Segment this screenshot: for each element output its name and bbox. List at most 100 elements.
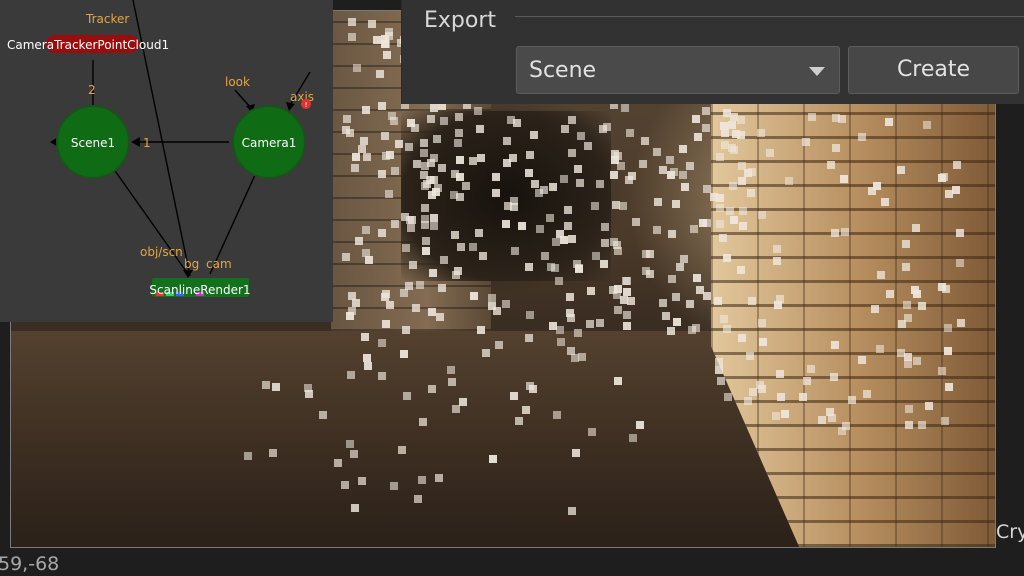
point-cloud-point	[373, 36, 381, 44]
point-cloud-point	[808, 113, 816, 121]
point-cloud-point	[564, 222, 572, 230]
point-cloud-point	[547, 263, 555, 271]
point-cloud-point	[703, 292, 711, 300]
point-cloud-point	[601, 223, 609, 231]
point-cloud-point	[421, 204, 429, 212]
point-cloud-point	[402, 244, 410, 252]
point-cloud-point	[666, 156, 674, 164]
point-cloud-point	[477, 326, 485, 334]
point-cloud-point	[525, 263, 533, 271]
point-cloud-point	[831, 229, 839, 237]
point-cloud-point	[474, 107, 482, 115]
pin-label-obj-scn: obj/scn	[140, 245, 183, 259]
point-cloud-point	[610, 171, 618, 179]
point-cloud-point	[378, 170, 386, 178]
point-cloud-point	[897, 166, 905, 174]
point-cloud-point	[405, 282, 413, 290]
point-cloud-point	[407, 119, 415, 127]
point-cloud-point	[897, 349, 905, 357]
right-edge-text: Cry	[996, 521, 1024, 543]
point-cloud-point	[419, 418, 427, 426]
point-cloud-point	[587, 287, 595, 295]
point-cloud-point	[830, 373, 838, 381]
point-cloud-point	[945, 383, 953, 391]
point-cloud-point	[574, 165, 582, 173]
node-graph[interactable]: CameraTrackerPointCloud1 Tracker Scene1 …	[0, 0, 333, 322]
point-cloud-point	[363, 153, 371, 161]
point-cloud-point	[363, 354, 371, 362]
point-cloud-point	[596, 319, 604, 327]
point-cloud-point	[566, 309, 574, 317]
point-cloud-point	[530, 131, 538, 139]
point-cloud-point	[886, 290, 894, 298]
point-cloud-point	[382, 152, 390, 160]
point-cloud-point	[418, 476, 426, 484]
point-cloud-point	[381, 293, 389, 301]
point-cloud-point	[623, 322, 631, 330]
point-cloud-point	[953, 161, 961, 169]
point-cloud-point	[628, 172, 636, 180]
point-cloud-point	[452, 405, 460, 413]
point-cloud-point	[572, 449, 580, 457]
point-cloud-point	[378, 229, 386, 237]
point-cloud-point	[348, 33, 356, 41]
point-cloud-point	[546, 214, 554, 222]
point-cloud-point	[412, 304, 420, 312]
point-cloud-point	[381, 132, 389, 140]
point-cloud-point	[422, 237, 430, 245]
point-cloud-point	[440, 117, 448, 125]
point-cloud-point	[553, 411, 561, 419]
point-cloud-point	[918, 421, 926, 429]
point-cloud-point	[688, 326, 696, 334]
point-cloud-point	[462, 182, 470, 190]
point-cloud-point	[623, 288, 631, 296]
point-cloud-point	[414, 495, 422, 503]
point-cloud-point	[365, 256, 373, 264]
point-cloud-point	[601, 239, 609, 247]
point-cloud-point	[515, 417, 523, 425]
point-cloud-point	[747, 189, 755, 197]
point-cloud-point	[351, 504, 359, 512]
point-cloud-point	[668, 275, 676, 283]
point-cloud-point	[632, 218, 640, 226]
export-type-dropdown[interactable]: Scene	[516, 46, 840, 94]
point-cloud-point	[495, 341, 503, 349]
create-button[interactable]: Create	[848, 46, 1019, 94]
point-cloud-point	[385, 190, 393, 198]
point-cloud-point	[503, 159, 511, 167]
point-cloud-point	[556, 326, 564, 334]
point-cloud-point	[576, 179, 584, 187]
point-cloud-point	[488, 294, 496, 302]
point-cloud-point	[613, 291, 621, 299]
point-cloud-point	[668, 230, 676, 238]
point-cloud-point	[672, 293, 680, 301]
point-cloud-point	[781, 410, 789, 418]
point-cloud-point	[641, 137, 649, 145]
point-cloud-point	[429, 269, 437, 277]
point-cloud-point	[362, 226, 370, 234]
point-cloud-point	[454, 267, 462, 275]
point-cloud-point	[873, 182, 881, 190]
point-cloud-point	[358, 477, 366, 485]
point-cloud-point	[269, 449, 277, 457]
point-cloud-point	[502, 300, 510, 308]
point-cloud-point	[925, 402, 933, 410]
point-cloud-point	[447, 366, 455, 374]
point-cloud-point	[430, 214, 438, 222]
point-cloud-point	[549, 183, 557, 191]
point-cloud-point	[802, 138, 810, 146]
point-cloud-point	[348, 307, 356, 315]
point-cloud-point	[945, 190, 953, 198]
point-cloud-point	[876, 345, 884, 353]
point-cloud-point	[503, 137, 511, 145]
point-cloud-point	[715, 358, 723, 366]
point-cloud-point	[956, 259, 964, 267]
point-cloud-point	[785, 177, 793, 185]
point-cloud-point	[568, 235, 576, 243]
point-cloud-point	[347, 371, 355, 379]
point-cloud-point	[732, 130, 740, 138]
point-cloud-point	[692, 115, 700, 123]
point-cloud-point	[488, 302, 496, 310]
point-cloud-point	[526, 311, 534, 319]
point-cloud-point	[832, 144, 840, 152]
